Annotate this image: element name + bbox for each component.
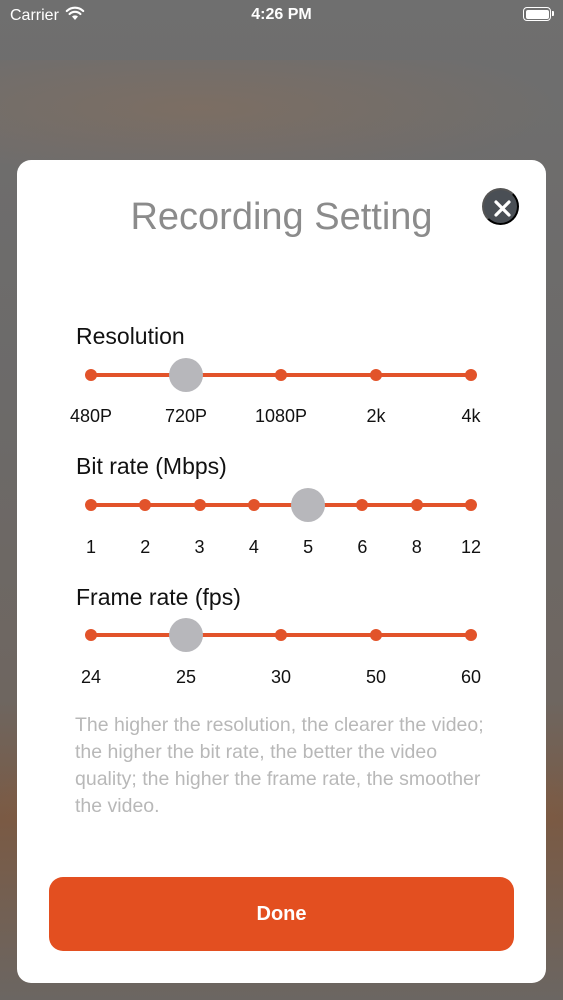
- slider-stop[interactable]: [370, 369, 382, 381]
- status-time: 4:26 PM: [251, 6, 312, 23]
- close-x-icon: [494, 200, 511, 217]
- bitrate-label: Bit rate (Mbps): [76, 453, 227, 479]
- tick-label: 2: [140, 537, 151, 557]
- tick-label: 480P: [69, 406, 113, 426]
- slider-thumb[interactable]: [291, 488, 326, 522]
- slider-stop[interactable]: [370, 629, 382, 641]
- slider-thumb[interactable]: [169, 618, 203, 652]
- tick-label: 1: [85, 537, 97, 557]
- close-button[interactable]: [482, 188, 519, 225]
- slider-stop[interactable]: [275, 629, 287, 641]
- tick-label: 50: [365, 667, 387, 687]
- tick-label: 5: [303, 537, 314, 557]
- modal-title: Recording Setting: [130, 196, 433, 238]
- tick-label: 4k: [461, 406, 481, 426]
- slider-stop[interactable]: [410, 499, 423, 511]
- resolution-tick-labels: 480P 720P 1080P 2k 4k: [70, 406, 481, 428]
- resolution-slider[interactable]: [85, 358, 477, 392]
- tick-label: 12: [460, 537, 482, 557]
- slider-stop[interactable]: [85, 629, 97, 641]
- tick-label: 24: [80, 667, 102, 687]
- slider-thumb[interactable]: [169, 358, 203, 392]
- tick-label: 2k: [366, 406, 386, 426]
- bitrate-tick-labels: 1 2 3 4 5 6 8 12: [86, 537, 481, 559]
- slider-stop[interactable]: [247, 499, 260, 511]
- done-button[interactable]: Done: [49, 877, 514, 951]
- tick-label: 8: [411, 537, 422, 557]
- recording-settings-modal: [17, 160, 546, 983]
- framerate-tick-labels: 24 25 30 50 60: [81, 667, 481, 689]
- slider-stop[interactable]: [465, 629, 477, 641]
- settings-description: The higher the resolution, the clearer t…: [75, 714, 484, 817]
- battery-icon: [523, 7, 554, 21]
- resolution-label: Resolution: [76, 323, 185, 349]
- status-bar: Carrier 4:26 PM: [0, 0, 563, 30]
- tick-label: 25: [175, 667, 197, 687]
- tick-label: 4: [248, 537, 259, 557]
- tick-label: 6: [357, 537, 368, 557]
- framerate-slider[interactable]: [85, 618, 477, 652]
- slider-stop[interactable]: [193, 499, 206, 511]
- tick-label: 720P: [164, 406, 208, 426]
- tick-label: 30: [270, 667, 292, 687]
- tick-label: 1080P: [254, 406, 308, 426]
- tick-label: 3: [194, 537, 205, 557]
- tick-label: 60: [460, 667, 482, 687]
- battery-fill: [525, 9, 549, 19]
- slider-stop[interactable]: [465, 499, 477, 511]
- slider-stop[interactable]: [275, 369, 287, 381]
- slider-stop[interactable]: [85, 499, 97, 511]
- slider-stop[interactable]: [465, 369, 477, 381]
- bitrate-slider[interactable]: [85, 488, 477, 522]
- slider-stop[interactable]: [139, 499, 152, 511]
- slider-stop[interactable]: [356, 499, 369, 511]
- slider-stop[interactable]: [85, 369, 97, 381]
- framerate-label: Frame rate (fps): [76, 584, 241, 610]
